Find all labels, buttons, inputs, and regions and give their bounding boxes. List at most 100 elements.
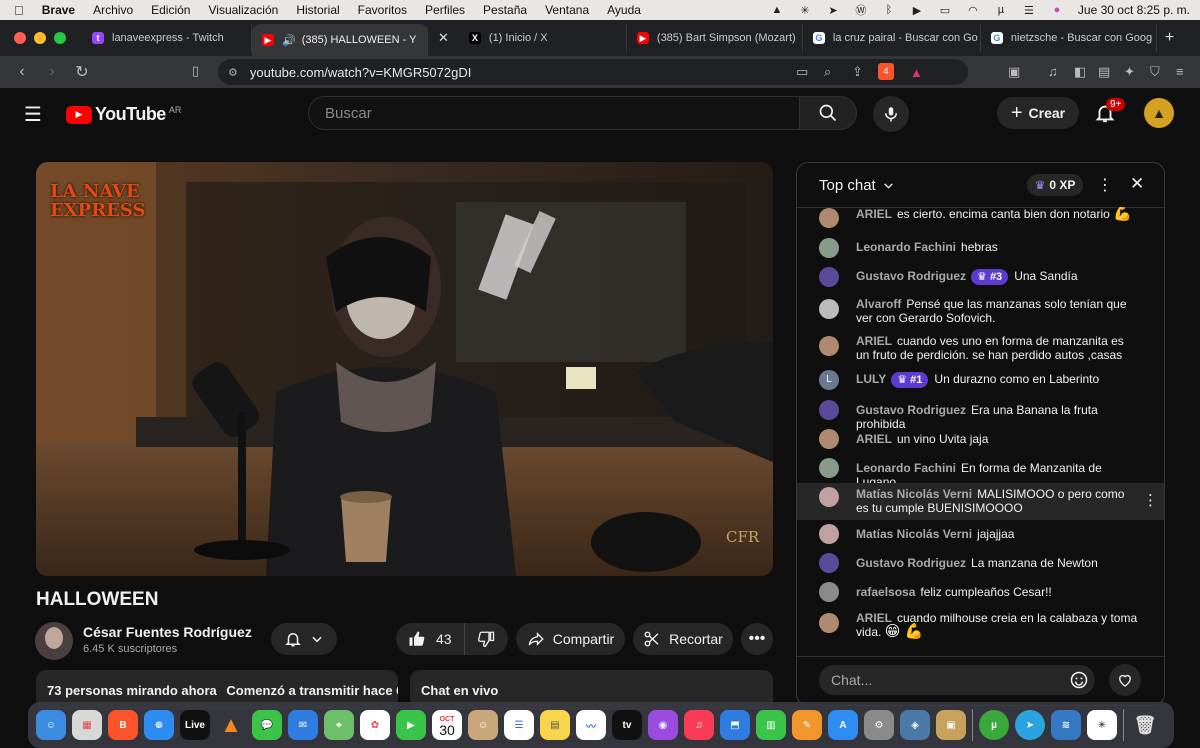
menu-pestana[interactable]: Pestaña: [483, 3, 527, 17]
menu-favoritos[interactable]: Favoritos: [358, 3, 407, 17]
vpn-icon[interactable]: ⛉: [1150, 64, 1160, 80]
freeform-icon[interactable]: 〰: [576, 710, 606, 740]
finder-icon[interactable]: ☺: [36, 710, 66, 740]
back-icon[interactable]: ‹: [14, 63, 30, 81]
safari-icon[interactable]: ⊕: [144, 710, 174, 740]
reload-icon[interactable]: ↻: [74, 62, 90, 82]
chat-avatar[interactable]: [819, 267, 839, 287]
youtube-logo[interactable]: ▶ YouTube AR: [66, 104, 181, 125]
voice-search-button[interactable]: [873, 96, 909, 132]
calendar-icon[interactable]: OCT 30: [432, 710, 462, 740]
sidebar-icon[interactable]: ◧: [1074, 64, 1086, 80]
zoom-window-button[interactable]: [54, 32, 66, 44]
hamburger-menu-icon[interactable]: ☰: [24, 102, 42, 127]
chat-mode-dropdown[interactable]: Top chat: [819, 177, 895, 194]
menu-edicion[interactable]: Edición: [151, 3, 190, 17]
chat-message[interactable]: Gustavo Rodriguez Era una Banana la fruta…: [819, 400, 1139, 431]
tab-youtube-bart[interactable]: ▶ (385) Bart Simpson (Mozart): [627, 24, 803, 52]
site-settings-icon[interactable]: ⚙: [228, 66, 238, 79]
chat-avatar[interactable]: [819, 238, 839, 258]
wordpress-menubar-icon[interactable]: Ⓦ: [854, 3, 868, 17]
facetime-icon[interactable]: ▶: [396, 710, 426, 740]
chat-message[interactable]: ARIEL es cierto. encima canta bien don no…: [819, 207, 1139, 228]
chat-author[interactable]: LULY: [856, 372, 886, 386]
tab-youtube-halloween[interactable]: ▶ 🔊 (385) HALLOWEEN - Y: [252, 24, 428, 56]
menu-icon[interactable]: ≡: [1176, 64, 1184, 79]
chat-avatar[interactable]: [819, 336, 839, 356]
create-button[interactable]: + Crear: [997, 97, 1079, 129]
system-settings-icon[interactable]: ⚙: [864, 710, 894, 740]
cast-icon[interactable]: ▭: [796, 64, 808, 80]
wunderbucket-icon[interactable]: ≋: [1051, 710, 1081, 740]
vlc-menubar-icon[interactable]: ▲: [770, 3, 784, 17]
maps-icon[interactable]: ⌖: [324, 710, 354, 740]
archive-utility-icon[interactable]: ▣: [936, 710, 966, 740]
keynote-icon[interactable]: ⬒: [720, 710, 750, 740]
apple-tv-icon[interactable]: tv: [612, 710, 642, 740]
xp-badge[interactable]: ♛ 0 XP: [1027, 174, 1083, 196]
siri-icon[interactable]: ●: [1050, 3, 1064, 17]
close-window-button[interactable]: [14, 32, 26, 44]
chat-message-more-icon[interactable]: ⋮: [1143, 491, 1158, 509]
dislike-button[interactable]: [465, 623, 508, 655]
telegram-icon[interactable]: ➤: [1015, 710, 1045, 740]
speaker-icon[interactable]: 🔊: [282, 34, 296, 47]
zoom-icon[interactable]: ⌕: [824, 64, 831, 80]
telegram-menubar-icon[interactable]: ➤: [826, 3, 840, 17]
like-button[interactable]: 43: [396, 623, 465, 655]
more-actions-button[interactable]: •••: [741, 623, 773, 655]
chat-avatar[interactable]: [819, 208, 839, 228]
trash-icon[interactable]: 🗑: [1130, 710, 1160, 740]
channel-name[interactable]: César Fuentes Rodríguez: [83, 624, 252, 640]
chat-message[interactable]: Matías Nicolás Verni jajajjaa: [819, 524, 1139, 544]
minimize-window-button[interactable]: [34, 32, 46, 44]
chat-author[interactable]: Matías Nicolás Verni: [856, 487, 972, 501]
chat-author[interactable]: Matías Nicolás Verni: [856, 527, 972, 541]
chat-message[interactable]: Leonardo Fachini hebras: [819, 238, 1139, 258]
chat-avatar[interactable]: [819, 553, 839, 573]
chatgpt-menubar-icon[interactable]: ✳: [798, 3, 812, 17]
chat-avatar[interactable]: L: [819, 370, 839, 390]
battery-icon[interactable]: ▭: [938, 3, 952, 17]
chat-author[interactable]: ARIEL: [856, 207, 892, 221]
pages-icon[interactable]: ✎: [792, 710, 822, 740]
chat-avatar[interactable]: [819, 299, 839, 319]
chat-author[interactable]: Alvaroff: [856, 297, 901, 311]
chat-message[interactable]: L LULY ♛ #1 Un durazno como en Laberinto: [819, 370, 1139, 390]
chat-message[interactable]: Matías Nicolás Verni MALISIMOOO o pero co…: [819, 487, 1139, 515]
chat-message[interactable]: ARIEL un vino Uvita jaja: [819, 429, 1139, 449]
chat-message[interactable]: Gustavo Rodriguez La manzana de Newton: [819, 553, 1139, 573]
chat-message[interactable]: Gustavo Rodriguez ♛ #3 Una Sandía: [819, 267, 1139, 287]
brave-rewards-icon[interactable]: ▲: [910, 65, 923, 80]
chat-author[interactable]: rafaelsosa: [856, 585, 915, 599]
close-tab-icon[interactable]: ✕: [438, 30, 449, 46]
tab-google-cruz[interactable]: G la cruz pairal - Buscar con Go: [803, 24, 981, 52]
chat-message[interactable]: Alvaroff Pensé que las manzanas solo tení…: [819, 297, 1139, 325]
app-store-icon[interactable]: A: [828, 710, 858, 740]
chat-author[interactable]: Leonardo Fachini: [856, 240, 956, 254]
chat-author[interactable]: Gustavo Rodriguez: [856, 403, 966, 417]
media-icon[interactable]: ♫: [1048, 64, 1058, 79]
menu-perfiles[interactable]: Perfiles: [425, 3, 465, 17]
reminders-icon[interactable]: ☰: [504, 710, 534, 740]
chat-input[interactable]: Chat...: [819, 665, 1095, 695]
emoji-picker-icon[interactable]: [1069, 670, 1089, 690]
menu-historial[interactable]: Historial: [296, 3, 339, 17]
notes-icon[interactable]: ▤: [540, 710, 570, 740]
account-avatar[interactable]: ▲: [1144, 98, 1174, 128]
chat-author[interactable]: ARIEL: [856, 432, 892, 446]
notifications-button[interactable]: 9+: [1094, 98, 1126, 126]
video-player[interactable]: LA NAVE EXPRESS CFR: [36, 162, 773, 576]
photos-icon[interactable]: ✿: [360, 710, 390, 740]
chat-avatar[interactable]: [819, 400, 839, 420]
menu-archivo[interactable]: Archivo: [93, 3, 133, 17]
chat-author[interactable]: Leonardo Fachini: [856, 461, 956, 475]
bluetooth-icon[interactable]: ᛒ: [882, 3, 896, 17]
mail-icon[interactable]: ✉: [288, 710, 318, 740]
channel-avatar[interactable]: [35, 622, 73, 660]
chat-close-icon[interactable]: ✕: [1130, 174, 1144, 194]
menu-visualizacion[interactable]: Visualización: [208, 3, 278, 17]
control-center-icon[interactable]: ☰: [1022, 3, 1036, 17]
podcasts-icon[interactable]: ◉: [648, 710, 678, 740]
share-page-icon[interactable]: ⇪: [852, 64, 863, 80]
